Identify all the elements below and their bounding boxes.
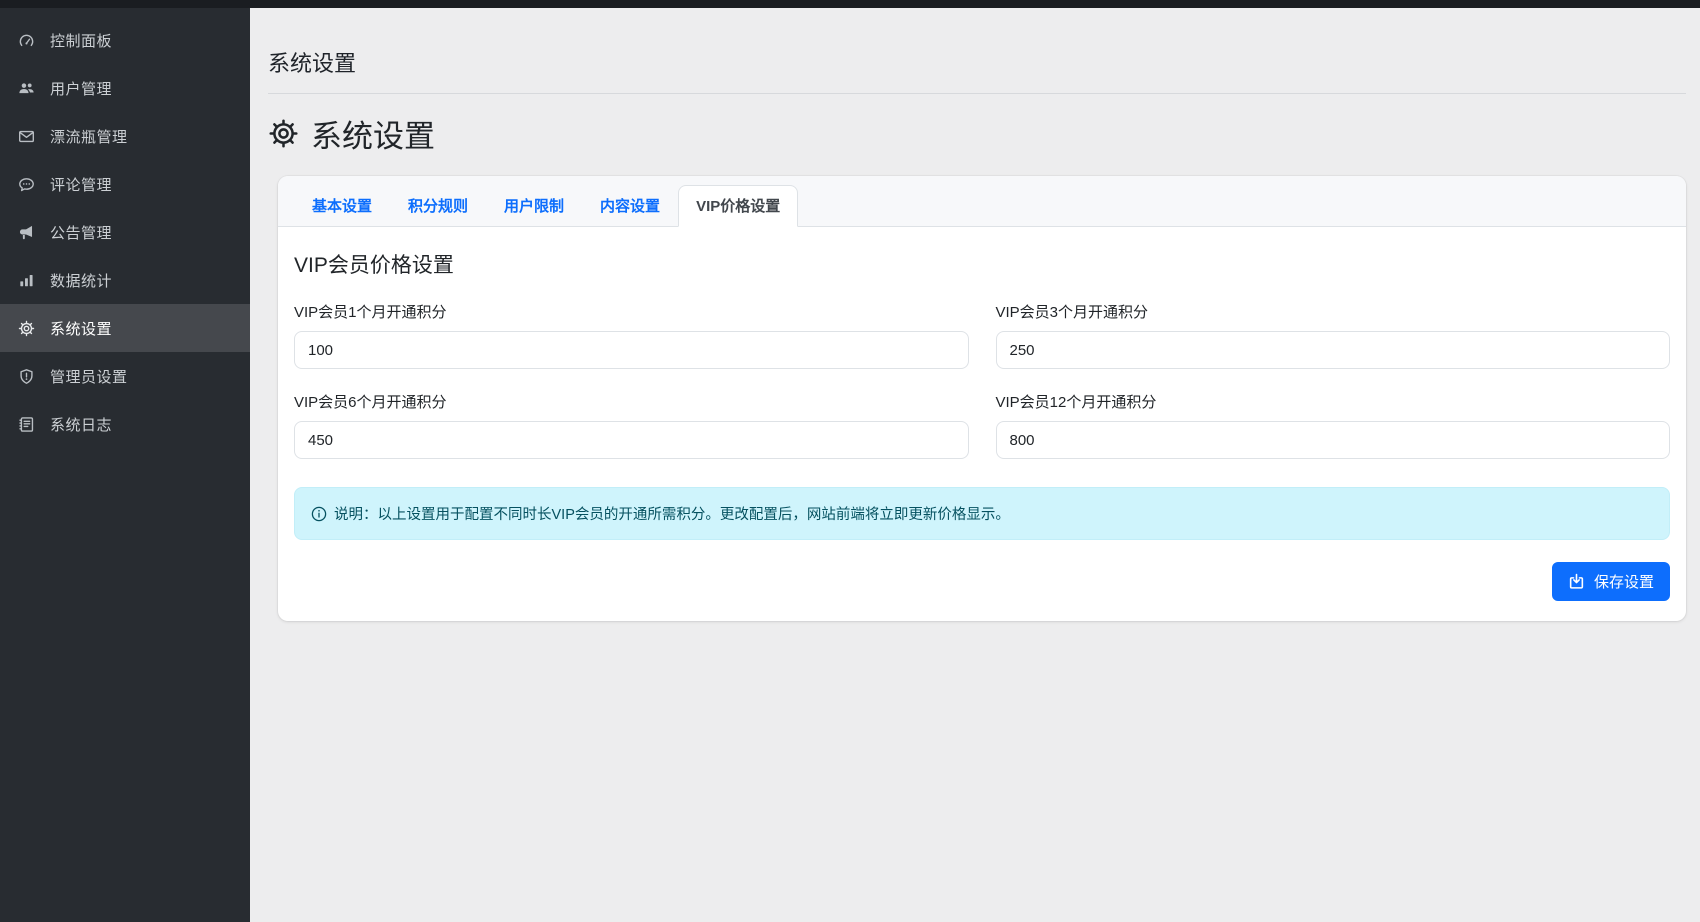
tab-content[interactable]: 内容设置 (582, 185, 678, 227)
journal-icon (18, 416, 35, 433)
top-dark-bar (0, 0, 1700, 8)
field-vip-6-month: VIP会员6个月开通积分 (294, 391, 969, 459)
bar-chart-icon (18, 272, 35, 289)
tab-user-limits[interactable]: 用户限制 (486, 185, 582, 227)
sidebar-item-label: 漂流瓶管理 (50, 126, 128, 147)
sidebar-item-users[interactable]: 用户管理 (0, 64, 250, 112)
shield-icon (18, 368, 35, 385)
field-vip-12-month: VIP会员12个月开通积分 (996, 391, 1671, 459)
info-alert: 说明：以上设置用于配置不同时长VIP会员的开通所需积分。更改配置后，网站前端将立… (294, 487, 1670, 540)
vip-12-month-input[interactable] (996, 421, 1671, 459)
sidebar-item-comments[interactable]: 评论管理 (0, 160, 250, 208)
sidebar-item-announcements[interactable]: 公告管理 (0, 208, 250, 256)
field-label: VIP会员3个月开通积分 (996, 301, 1671, 322)
sidebar-item-statistics[interactable]: 数据统计 (0, 256, 250, 304)
vip-fields-grid: VIP会员1个月开通积分 VIP会员3个月开通积分 VIP会员6个月开通积分 VIP会… (294, 301, 1670, 459)
header-divider (268, 93, 1686, 94)
actions-row: 保存设置 (294, 562, 1670, 601)
info-alert-text: 说明：以上设置用于配置不同时长VIP会员的开通所需积分。更改配置后，网站前端将立… (334, 503, 1010, 524)
speedometer-icon (18, 32, 35, 49)
sidebar-item-label: 用户管理 (50, 78, 112, 99)
sidebar-item-label: 数据统计 (50, 270, 112, 291)
sidebar-item-dashboard[interactable]: 控制面板 (0, 16, 250, 64)
sidebar-item-bottles[interactable]: 漂流瓶管理 (0, 112, 250, 160)
page-header-title: 系统设置 (268, 46, 1686, 78)
sidebar-item-label: 系统日志 (50, 414, 112, 435)
gear-icon (268, 118, 299, 149)
save-button-label: 保存设置 (1594, 571, 1654, 592)
field-vip-1-month: VIP会员1个月开通积分 (294, 301, 969, 369)
sidebar-item-label: 公告管理 (50, 222, 112, 243)
gear-icon (18, 320, 35, 337)
vip-price-panel: VIP会员价格设置 VIP会员1个月开通积分 VIP会员3个月开通积分 VIP会员6… (278, 227, 1686, 621)
people-icon (18, 80, 35, 97)
field-label: VIP会员1个月开通积分 (294, 301, 969, 322)
main-content: 系统设置 系统设置 基本设置积分规则用户限制内容设置VIP价格设置 VIP会员价… (250, 8, 1700, 922)
chat-icon (18, 176, 35, 193)
vip-6-month-input[interactable] (294, 421, 969, 459)
sidebar: 控制面板用户管理漂流瓶管理评论管理公告管理数据统计系统设置管理员设置系统日志 (0, 8, 250, 922)
page-title: 系统设置 (268, 111, 1686, 156)
field-label: VIP会员6个月开通积分 (294, 391, 969, 412)
vip-1-month-input[interactable] (294, 331, 969, 369)
sidebar-item-system-logs[interactable]: 系统日志 (0, 400, 250, 448)
sidebar-item-system-settings[interactable]: 系统设置 (0, 304, 250, 352)
settings-tabs: 基本设置积分规则用户限制内容设置VIP价格设置 (278, 176, 1686, 227)
section-title: VIP会员价格设置 (294, 249, 1670, 279)
vip-3-month-input[interactable] (996, 331, 1671, 369)
save-settings-button[interactable]: 保存设置 (1552, 562, 1670, 601)
tab-basic[interactable]: 基本设置 (294, 185, 390, 227)
field-label: VIP会员12个月开通积分 (996, 391, 1671, 412)
sidebar-item-label: 管理员设置 (50, 366, 128, 387)
page-title-text: 系统设置 (311, 111, 435, 156)
megaphone-icon (18, 224, 35, 241)
tab-vip-price[interactable]: VIP价格设置 (678, 185, 798, 227)
tab-points[interactable]: 积分规则 (390, 185, 486, 227)
sidebar-item-admin-settings[interactable]: 管理员设置 (0, 352, 250, 400)
envelope-icon (18, 128, 35, 145)
field-vip-3-month: VIP会员3个月开通积分 (996, 301, 1671, 369)
settings-card: 基本设置积分规则用户限制内容设置VIP价格设置 VIP会员价格设置 VIP会员1… (278, 176, 1686, 621)
info-circle-icon (311, 506, 327, 522)
sidebar-item-label: 控制面板 (50, 30, 112, 51)
sidebar-item-label: 系统设置 (50, 318, 112, 339)
save-icon (1568, 573, 1585, 590)
sidebar-item-label: 评论管理 (50, 174, 112, 195)
